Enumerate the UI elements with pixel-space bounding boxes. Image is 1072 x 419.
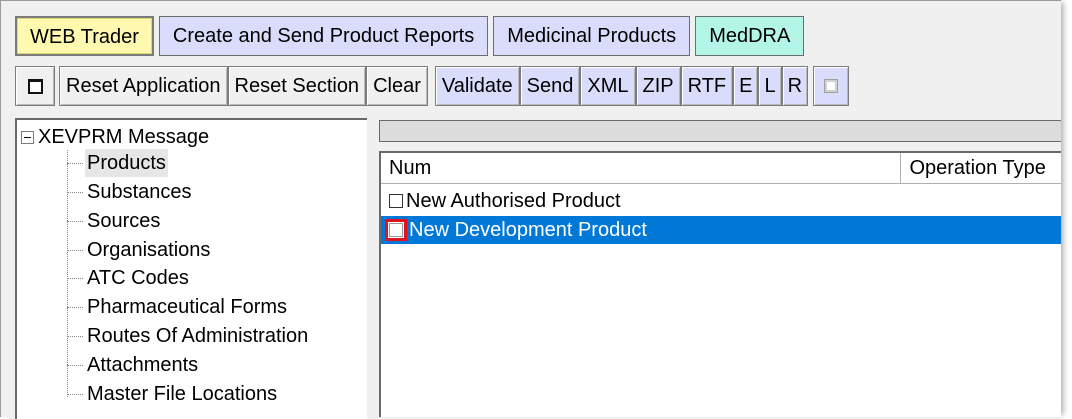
tab-web-trader[interactable]: WEB Trader — [15, 16, 154, 56]
tree-item-label: Attachments — [87, 354, 199, 376]
disabled-toggle-button[interactable] — [813, 66, 850, 106]
tree-item-label: ATC Codes — [87, 267, 189, 289]
r-button[interactable]: R — [781, 66, 809, 106]
tree-item-label: Organisations — [87, 239, 211, 261]
toolbar: Reset Application Reset Section Clear Va… — [15, 66, 850, 106]
row-checkbox[interactable] — [389, 194, 403, 208]
table-header: Num Operation Type — [381, 153, 1061, 184]
tree-item-label: Master File Locations — [87, 383, 278, 405]
tree-item-organisations[interactable]: Organisations — [67, 236, 212, 264]
tab-meddra[interactable]: MedDRA — [695, 16, 805, 56]
tree-item-label: Routes Of Administration — [87, 325, 309, 347]
reset-section-button[interactable]: Reset Section — [227, 66, 367, 106]
tree-root[interactable]: XEVPRM Message — [21, 124, 209, 150]
l-button[interactable]: L — [758, 66, 782, 106]
window-button[interactable] — [15, 66, 55, 106]
tree-item-routes-of-administration[interactable]: Routes Of Administration — [67, 322, 310, 350]
tree-item-sources[interactable]: Sources — [67, 207, 162, 235]
tab-medicinal-products[interactable]: Medicinal Products — [493, 16, 691, 56]
tree-item-atc-codes[interactable]: ATC Codes — [67, 264, 191, 292]
e-button[interactable]: E — [733, 66, 759, 106]
xml-button[interactable]: XML — [580, 66, 636, 106]
checkbox-icon — [824, 79, 839, 93]
row-label: New Development Product — [409, 218, 647, 241]
tree-item-label: Products — [85, 149, 168, 177]
zip-button[interactable]: ZIP — [635, 66, 681, 106]
highlighted-checkbox-frame — [385, 219, 407, 241]
table-row-selected[interactable]: New Development Product — [381, 216, 1061, 244]
row-label: New Authorised Product — [406, 189, 621, 212]
column-header-num[interactable]: Num — [381, 153, 902, 183]
tree-item-label: Pharmaceutical Forms — [87, 296, 288, 318]
collapse-icon[interactable] — [21, 130, 34, 144]
tree-item-label: Substances — [87, 181, 192, 203]
tree-item-products[interactable]: Products — [67, 149, 168, 177]
tree-item-label: Sources — [87, 210, 161, 232]
tree-item-attachments[interactable]: Attachments — [67, 351, 200, 379]
validate-button[interactable]: Validate — [434, 66, 520, 106]
tree-item-substances[interactable]: Substances — [67, 178, 194, 206]
products-table: Num Operation Type New Authorised Produc… — [379, 151, 1061, 417]
clear-button[interactable]: Clear — [366, 66, 428, 106]
tab-create-send-product-reports[interactable]: Create and Send Product Reports — [158, 16, 489, 56]
row-checkbox[interactable] — [389, 223, 403, 237]
column-header-operation-type[interactable]: Operation Type — [901, 153, 1061, 183]
tree-root-label: XEVPRM Message — [38, 126, 210, 148]
tree-item-pharmaceutical-forms[interactable]: Pharmaceutical Forms — [67, 293, 289, 321]
module-tabs: WEB Trader Create and Send Product Repor… — [15, 16, 809, 56]
tree-item-master-file-locations[interactable]: Master File Locations — [67, 380, 279, 408]
xevprm-tree: XEVPRM Message Products Substances Sourc… — [15, 118, 367, 419]
rtf-button[interactable]: RTF — [680, 66, 734, 106]
details-header-bar — [379, 120, 1061, 142]
reset-application-button[interactable]: Reset Application — [59, 66, 228, 106]
window-icon — [27, 78, 43, 94]
application-window: WEB Trader Create and Send Product Repor… — [0, 0, 1061, 419]
table-row[interactable]: New Authorised Product — [381, 187, 1061, 215]
send-button[interactable]: Send — [519, 66, 581, 106]
